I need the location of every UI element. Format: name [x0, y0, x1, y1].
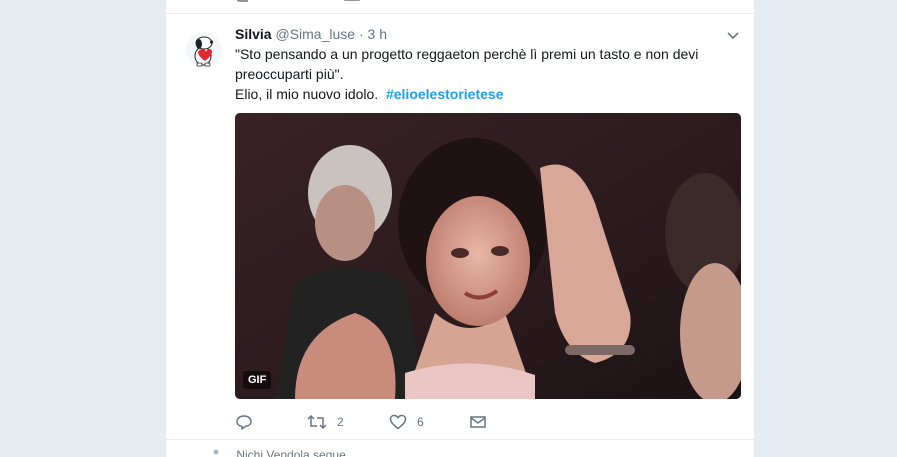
follow-context-text[interactable]: Nichi Vendola segue: [236, 448, 345, 457]
divider: [166, 439, 754, 440]
separator-dot: ·: [358, 26, 364, 42]
reply-icon[interactable]: [235, 413, 253, 431]
timestamp[interactable]: 3 h: [368, 26, 387, 42]
direct-message-button[interactable]: [469, 413, 487, 431]
user-handle[interactable]: @Sima_luse: [275, 26, 355, 42]
tweet-header: Silvia @Sima_luse · 3 h: [235, 25, 387, 43]
snoopy-avatar-image: [194, 36, 214, 67]
tweet-line: Elio, il mio nuovo idolo. #elioelestorie…: [235, 84, 735, 104]
display-name[interactable]: Silvia: [235, 26, 272, 42]
tweet-quote: "Sto pensando a un progetto reggaeton pe…: [235, 46, 699, 82]
reply-button[interactable]: [235, 413, 307, 431]
like-button[interactable]: 6: [389, 413, 469, 431]
envelope-icon[interactable]: [469, 413, 487, 431]
tweet-comment: Elio, il mio nuovo idolo.: [235, 86, 379, 102]
envelope-icon[interactable]: [344, 0, 360, 2]
heart-icon[interactable]: [389, 413, 407, 431]
retweet-count: 2: [337, 415, 344, 429]
tweet-actions: 2 6: [235, 412, 487, 432]
tweet-text: "Sto pensando a un progetto reggaeton pe…: [235, 44, 735, 104]
gif-image: [235, 113, 741, 399]
timeline: Silvia @Sima_luse · 3 h "Sto pensando a …: [165, 0, 755, 457]
retweet-icon[interactable]: [307, 413, 327, 431]
tweet[interactable]: Silvia @Sima_luse · 3 h "Sto pensando a …: [166, 14, 754, 440]
previous-tweet-actions: [236, 0, 360, 4]
next-tweet-context: Nichi Vendola segue: [211, 448, 346, 457]
gif-media[interactable]: GIF: [235, 113, 741, 399]
chevron-down-icon[interactable]: [726, 28, 740, 42]
avatar[interactable]: [186, 32, 222, 68]
gif-badge: GIF: [243, 371, 272, 389]
person-icon: [213, 449, 219, 455]
reply-icon[interactable]: [236, 0, 250, 2]
retweet-icon[interactable]: [290, 0, 304, 2]
retweet-button[interactable]: 2: [307, 413, 389, 431]
like-count: 6: [417, 415, 424, 429]
hashtag-link[interactable]: #elioelestorietese: [386, 86, 504, 102]
